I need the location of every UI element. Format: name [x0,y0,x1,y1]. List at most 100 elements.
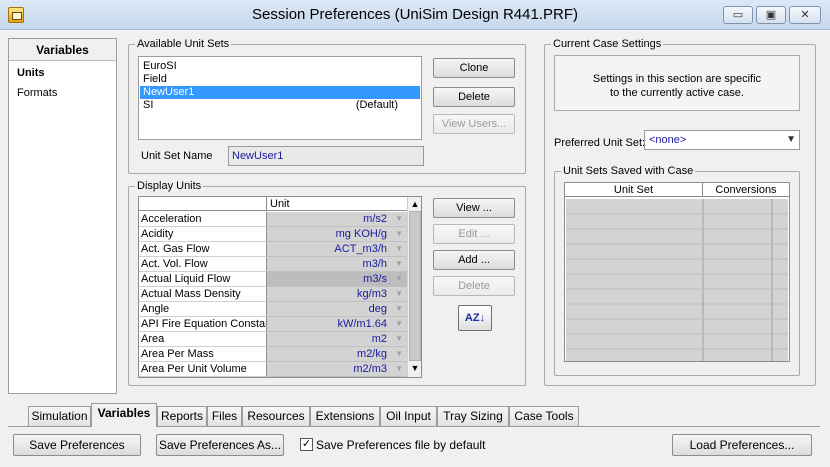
table-row[interactable]: Angle deg ▼ [139,302,407,317]
unit-cell[interactable]: m2 ▼ [267,332,407,347]
tab-resources[interactable]: Resources [242,406,310,426]
table-row[interactable]: Area m2 ▼ [139,332,407,347]
unit-value: mg KOH/g [335,228,387,240]
unit-cell[interactable]: m/s2 ▼ [267,212,407,227]
unit-cell[interactable]: m2/m3 ▼ [267,362,407,377]
unit-set-name: NewUser1 [143,86,195,98]
dropdown-arrow-icon: ▼ [395,214,403,223]
variable-name-cell: Act. Vol. Flow [139,257,267,272]
variables-nav-panel: Variables Units Formats [8,38,117,394]
table-row[interactable]: Area Per Mass m2/kg ▼ [139,347,407,362]
minimize-icon: ▭ [732,9,744,21]
tab-reports[interactable]: Reports [157,406,207,426]
save-by-default-checkbox[interactable]: ✓ [300,438,313,451]
scroll-up-icon[interactable]: ▲ [408,197,421,211]
available-unit-sets-label: Available Unit Sets [135,38,232,50]
unit-value: m/s2 [363,213,387,225]
table-row[interactable]: Actual Mass Density kg/m3 ▼ [139,287,407,302]
table-row[interactable]: Area Per Unit Volume m2/m3 ▼ [139,362,407,377]
add-unit-button[interactable]: Add ... [433,250,515,270]
list-item[interactable]: EuroSI [140,60,420,73]
save-preferences-as-button[interactable]: Save Preferences As... [156,434,284,456]
title-bar: Session Preferences (UniSim Design R441.… [0,0,830,30]
tab-simulation[interactable]: Simulation [28,406,91,426]
unit-cell[interactable]: kg/m3 ▼ [267,287,407,302]
unit-set-name-field[interactable]: NewUser1 [228,146,424,166]
tab-case-tools[interactable]: Case Tools [509,406,579,426]
delete-unit-set-button[interactable]: Delete [433,87,515,107]
variable-name-cell: Angle [139,302,267,317]
unit-value: m2 [371,333,387,345]
unit-cell[interactable]: kW/m1.64 ▼ [267,317,407,332]
load-preferences-button[interactable]: Load Preferences... [672,434,812,456]
chevron-down-icon: ▼ [786,134,796,145]
table-row[interactable]: Acceleration m/s2 ▼ [139,212,407,227]
dropdown-arrow-icon: ▼ [395,364,403,373]
table-corner-header [139,197,267,211]
table-row[interactable]: Acidity mg KOH/g ▼ [139,227,407,242]
save-by-default-label: Save Preferences file by default [316,438,486,452]
dropdown-arrow-icon: ▼ [395,259,403,268]
unit-value: m3/s [363,273,387,285]
list-item[interactable]: SI (Default) [140,99,420,112]
unit-sets-saved-label: Unit Sets Saved with Case [561,165,696,177]
tab-oil-input[interactable]: Oil Input [380,406,437,426]
saved-unit-sets-table[interactable]: Unit Set Conversions [564,182,790,362]
grid-lines [566,199,788,361]
tab-tray-sizing[interactable]: Tray Sizing [437,406,509,426]
preferred-unit-set-label: Preferred Unit Set: [554,137,646,149]
nav-item-units[interactable]: Units [17,67,45,79]
default-note: (Default) [355,99,398,111]
dropdown-arrow-icon: ▼ [395,289,403,298]
save-preferences-button[interactable]: Save Preferences [13,434,141,456]
edit-unit-button[interactable]: Edit ... [433,224,515,244]
scroll-down-icon[interactable]: ▼ [408,361,421,375]
scroll-thumb[interactable] [409,211,421,361]
nav-item-formats[interactable]: Formats [17,87,57,99]
unit-cell[interactable]: m3/s ▼ [267,272,407,287]
unit-cell[interactable]: m2/kg ▼ [267,347,407,362]
unit-cell[interactable]: mg KOH/g ▼ [267,227,407,242]
preferred-unit-set-select[interactable]: <none> ▼ [644,130,800,150]
table-row[interactable]: Act. Vol. Flow m3/h ▼ [139,257,407,272]
tab-extensions[interactable]: Extensions [310,406,380,426]
unit-value: kg/m3 [357,288,387,300]
delete-unit-button[interactable]: Delete [433,276,515,296]
unit-value: ACT_m3/h [334,243,387,255]
view-users-button[interactable]: View Users... [433,114,515,134]
variable-name-cell: Act. Gas Flow [139,242,267,257]
display-units-table[interactable]: Unit Acceleration m/s2 ▼ Acidity mg KOH/g… [138,196,422,378]
tab-variables[interactable]: Variables [91,403,157,427]
info-line: Settings in this section are specific [592,73,762,85]
sort-az-button[interactable]: AZ↓ [458,305,492,331]
unit-value: m3/h [362,258,387,270]
unit-cell[interactable]: deg ▼ [267,302,407,317]
dropdown-arrow-icon: ▼ [395,319,403,328]
unit-cell[interactable]: ACT_m3/h ▼ [267,242,407,257]
minimize-button[interactable]: ▭ [723,6,753,24]
preferred-unit-set-value: <none> [649,134,687,146]
clone-button[interactable]: Clone [433,58,515,78]
dropdown-arrow-icon: ▼ [395,304,403,313]
unit-set-column-header: Unit Set [565,183,703,197]
variable-name-cell: API Fire Equation Constant [139,317,267,332]
list-item-selected[interactable]: NewUser1 [140,86,420,99]
table-scrollbar[interactable]: ▲ ▼ [407,197,421,377]
table-row-selected[interactable]: Actual Liquid Flow m3/s ▼ [139,272,407,287]
restore-button[interactable]: ▣ [756,6,786,24]
dropdown-arrow-icon: ▼ [395,229,403,238]
list-item[interactable]: Field [140,73,420,86]
variable-name-cell: Area Per Unit Volume [139,362,267,377]
unit-cell[interactable]: m3/h ▼ [267,257,407,272]
close-button[interactable]: ✕ [789,6,821,24]
unit-value: kW/m1.64 [337,318,387,330]
case-settings-info: Settings in this section are specific to… [554,55,800,111]
unit-value: deg [368,303,387,315]
unit-set-list[interactable]: EuroSI Field NewUser1 SI (Default) [138,56,422,140]
unit-set-name: SI [143,99,154,111]
table-row[interactable]: Act. Gas Flow ACT_m3/h ▼ [139,242,407,257]
table-row[interactable]: API Fire Equation Constant kW/m1.64 ▼ [139,317,407,332]
tab-files[interactable]: Files [207,406,242,426]
view-unit-button[interactable]: View ... [433,198,515,218]
dropdown-arrow-icon: ▼ [395,349,403,358]
